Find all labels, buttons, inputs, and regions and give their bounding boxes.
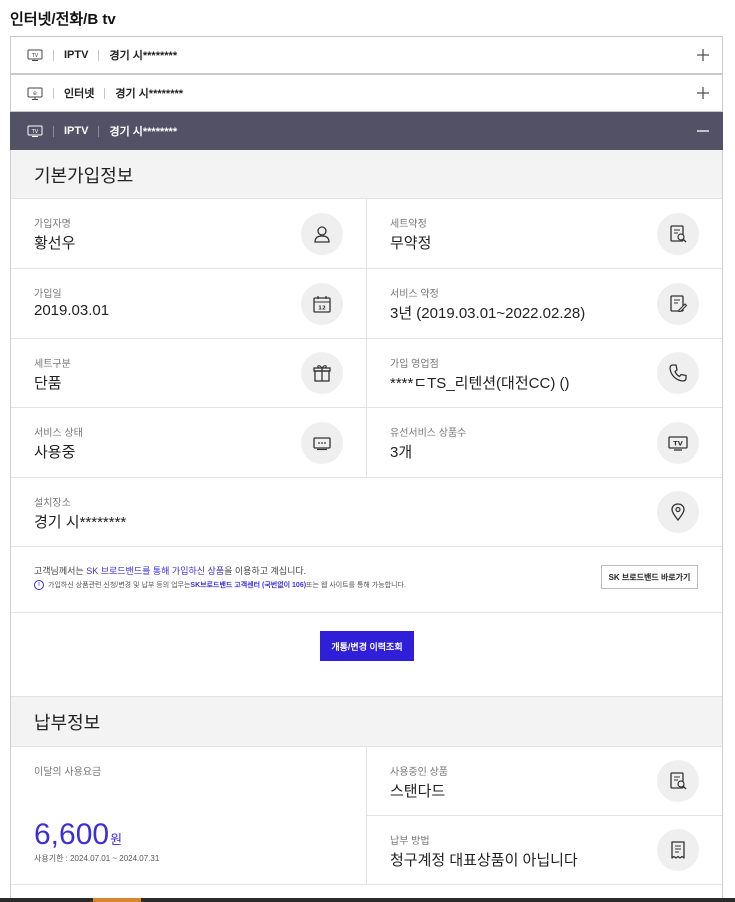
location-pin-icon xyxy=(657,491,699,533)
settop-box-icon xyxy=(301,422,343,464)
monitor-icon: e xyxy=(27,87,43,100)
svg-text:12: 12 xyxy=(318,306,326,312)
tv-icon: TV xyxy=(27,125,43,137)
accordion-type-label: IPTV xyxy=(64,49,89,61)
notice-text-part: 가입하신 상품관련 신청/변경 및 납부 등의 업무는 xyxy=(48,582,191,589)
detail-panel: 기본가입정보 가입자명 황선우 세트약정 무약정 가입일 2019.03.01 … xyxy=(10,150,723,902)
section-title: 기본가입정보 xyxy=(34,166,134,186)
accordion-item-iptv-1[interactable]: TV IPTV 경기 시******** xyxy=(10,36,723,74)
calendar-icon: 12 xyxy=(301,283,343,325)
svg-text:e: e xyxy=(33,90,37,97)
field-wired-product-count: 유선서비스 상품수 3개 TV xyxy=(367,408,722,478)
field-value: 단품 xyxy=(34,375,62,392)
field-label: 서비스 약정 xyxy=(390,289,439,300)
svg-text:TV: TV xyxy=(31,129,39,135)
field-value: 3개 xyxy=(390,444,413,461)
plus-icon[interactable] xyxy=(696,48,710,62)
svg-text:TV: TV xyxy=(31,53,39,59)
accordion-type-label: 인터넷 xyxy=(64,88,95,100)
amount-unit: 원 xyxy=(110,832,123,847)
plus-icon[interactable] xyxy=(696,86,710,100)
divider xyxy=(104,87,106,99)
field-value: 3년 (2019.03.01~2022.02.28) xyxy=(390,305,586,322)
field-value: 2019.03.01 xyxy=(34,302,110,319)
section-header-payment: 납부정보 xyxy=(11,696,722,747)
receipt-icon xyxy=(657,829,699,871)
field-label: 가입일 xyxy=(34,289,62,300)
field-label: 납부 방법 xyxy=(390,836,430,847)
info-icon: i xyxy=(34,580,44,590)
field-value: 청구계정 대표상품이 아닙니다 xyxy=(390,852,578,869)
notice-text-part: 을 이용하고 계십니다. xyxy=(224,566,307,576)
field-set-contract: 세트약정 무약정 xyxy=(367,199,722,269)
page-title: 인터넷/전화/B tv xyxy=(10,11,116,28)
divider xyxy=(53,125,54,137)
field-join-date: 가입일 2019.03.01 12 xyxy=(11,269,366,339)
accordion-item-internet[interactable]: e 인터넷 경기 시******** xyxy=(10,74,723,112)
field-sales-office: 가입 영업점 ****ㄷTS_리텐션(대전CC) () xyxy=(367,339,722,408)
document-search-icon xyxy=(657,760,699,802)
field-label: 유선서비스 상품수 xyxy=(390,428,467,439)
field-label: 사용중인 상품 xyxy=(390,767,448,778)
notice-text: 고객님께서는 SK 브로드밴드를 통해 가입하신 상품을 이용하고 계십니다. xyxy=(34,564,306,577)
field-product-in-use: 사용중인 상품 스탠다드 xyxy=(367,747,722,816)
divider xyxy=(98,125,100,137)
field-service-status: 서비스 상태 사용중 xyxy=(11,408,366,478)
notice-text-part: 또는 웹 사이트를 통해 가능합니다. xyxy=(306,582,406,589)
svg-text:TV: TV xyxy=(673,440,682,448)
field-label: 세트구분 xyxy=(34,359,71,370)
field-value: 황선우 xyxy=(34,235,76,252)
phone-icon xyxy=(657,352,699,394)
divider xyxy=(53,49,54,61)
field-value: 스탠다드 xyxy=(390,783,446,800)
field-subscriber-name: 가입자명 황선우 xyxy=(11,199,366,269)
field-value: 무약정 xyxy=(390,235,432,252)
notice-text-part: 고객님께서는 xyxy=(34,566,87,576)
field-label: 가입 영업점 xyxy=(390,359,439,370)
notice-subtext: i 가입하신 상품관련 신청/변경 및 납부 등의 업무는 SK브로드밴드 고객… xyxy=(34,580,406,590)
accordion-address: 경기 시******** xyxy=(109,50,178,62)
field-label: 세트약정 xyxy=(390,219,427,230)
field-value: ****ㄷTS_리텐션(대전CC) () xyxy=(390,375,570,392)
divider xyxy=(53,87,54,99)
user-icon xyxy=(301,213,343,255)
gift-icon xyxy=(301,352,343,394)
field-label: 서비스 상태 xyxy=(34,428,83,439)
document-search-icon xyxy=(657,213,699,255)
accordion-address: 경기 시******** xyxy=(109,126,178,138)
tv-icon: TV xyxy=(27,49,43,61)
subscription-notice: 고객님께서는 SK 브로드밴드를 통해 가입하신 상품을 이용하고 계십니다. … xyxy=(11,547,722,613)
document-edit-icon xyxy=(657,283,699,325)
accordion-address: 경기 시******** xyxy=(115,88,184,100)
usage-period: 사용기한 : 2024.07.01 ~ 2024.07.31 xyxy=(34,854,160,863)
usage-amount: 6,600원 xyxy=(34,818,122,852)
bottom-bar-accent xyxy=(93,898,141,902)
accordion-item-iptv-2[interactable]: TV IPTV 경기 시******** xyxy=(10,112,723,150)
amount-value: 6,600 xyxy=(34,818,110,851)
tv-icon: TV xyxy=(657,422,699,464)
field-label: 설치장소 xyxy=(34,498,71,509)
field-install-location: 설치장소 경기 시******** xyxy=(11,478,722,547)
sk-broadband-link-button[interactable]: SK 브로드밴드 바로가기 xyxy=(601,565,698,589)
notice-highlight: SK 브로드밴드를 통해 가입하신 상품 xyxy=(86,566,225,576)
field-set-type: 세트구분 단품 xyxy=(11,339,366,408)
minus-icon[interactable] xyxy=(696,124,710,138)
monthly-usage-fee: 이달의 사용요금 xyxy=(11,747,366,885)
field-service-contract: 서비스 약정 3년 (2019.03.01~2022.02.28) xyxy=(367,269,722,339)
section-title: 납부정보 xyxy=(34,713,101,733)
section-header-basic-info: 기본가입정보 xyxy=(11,150,722,199)
field-value: 사용중 xyxy=(34,444,76,461)
field-label: 이달의 사용요금 xyxy=(34,767,102,778)
notice-highlight: SK브로드밴드 고객센터 (국번없이 106) xyxy=(190,582,307,589)
history-inquiry-button[interactable]: 개통/변경 이력조회 xyxy=(320,631,414,661)
divider xyxy=(98,49,100,61)
field-label: 가입자명 xyxy=(34,219,71,230)
field-payment-method: 납부 방법 청구계정 대표상품이 아닙니다 xyxy=(367,816,722,885)
accordion-type-label: IPTV xyxy=(64,125,89,137)
field-value: 경기 시******** xyxy=(34,514,127,531)
